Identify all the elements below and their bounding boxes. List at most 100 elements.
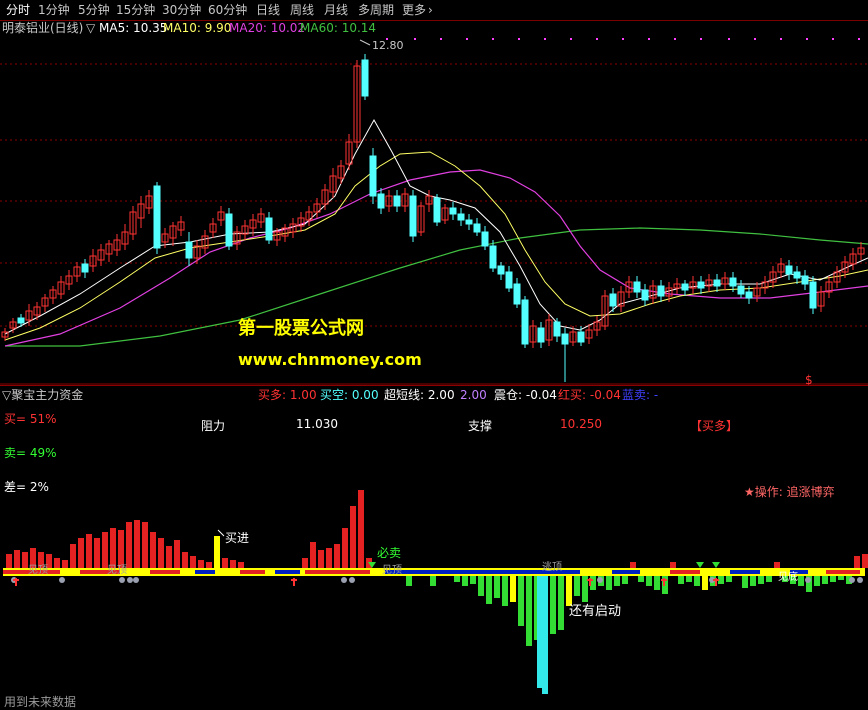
candlestick-panel[interactable]: 12.80 $ 第一股票公式网 www.chnmoney.com (0, 36, 868, 387)
tab-1min[interactable]: 1分钟 (38, 0, 70, 20)
candle (769, 266, 777, 288)
signal-band (3, 568, 865, 576)
candle-body (481, 231, 489, 247)
histogram-bar (622, 576, 628, 584)
candle (265, 212, 273, 244)
histogram-bar (766, 576, 772, 582)
histogram-bar (350, 506, 356, 568)
histogram-bar (742, 576, 748, 588)
histogram-bar (814, 576, 820, 586)
top-dot (832, 38, 834, 40)
tab-monthly[interactable]: 月线 (324, 0, 348, 20)
candle (681, 280, 689, 296)
candle (441, 204, 449, 224)
histogram-bar (526, 576, 532, 646)
histogram-bar (774, 562, 780, 568)
candle (145, 190, 153, 214)
candle (97, 244, 105, 266)
tab-timeshare[interactable]: 分时 (6, 0, 30, 20)
histogram-bar (406, 576, 412, 586)
histogram-bar (510, 576, 516, 602)
candle (241, 220, 249, 240)
band-marker (712, 562, 720, 568)
histogram-bar (830, 576, 836, 582)
collapse-triangle-icon[interactable]: ▽ (86, 20, 95, 36)
candle (105, 240, 113, 262)
candle-body (633, 281, 641, 293)
indicator-panel[interactable]: 买= 51% 卖= 49% 差= 2% 阻力 11.030 支撑 10.250 … (0, 404, 868, 694)
candle (625, 276, 633, 298)
band-marker (857, 577, 863, 583)
candle-body (713, 279, 721, 287)
candle (65, 270, 73, 290)
candle (497, 262, 505, 280)
candle (41, 294, 49, 312)
top-dot (622, 38, 624, 40)
candle-body (553, 321, 561, 337)
tab-weekly[interactable]: 周线 (290, 0, 314, 20)
histogram-bar (686, 576, 692, 582)
band-marker (127, 577, 133, 583)
tab-30min[interactable]: 30分钟 (162, 0, 201, 20)
top-dot (728, 38, 730, 40)
candle-body (185, 241, 193, 259)
tab-multi-period[interactable]: 多周期 (358, 0, 394, 20)
candle (233, 226, 241, 250)
candle (305, 206, 313, 226)
candle (473, 218, 481, 236)
band-marker (805, 577, 811, 583)
candle-body (681, 283, 689, 291)
candle (377, 188, 385, 214)
candle (553, 318, 561, 342)
histogram-bar (118, 530, 124, 568)
histogram-bar (758, 576, 764, 584)
histogram-bar (822, 576, 828, 584)
candles (1, 54, 865, 382)
candle (217, 206, 225, 226)
candle (465, 214, 473, 230)
candle (457, 208, 465, 226)
tab-daily[interactable]: 日线 (256, 0, 280, 20)
candle (345, 134, 353, 170)
histogram-bar (158, 538, 164, 568)
ma5-line (4, 118, 868, 335)
candle (489, 240, 497, 272)
candle-body (737, 285, 745, 295)
candle (129, 206, 137, 240)
lan-mai-value: 蓝卖: - (622, 388, 659, 402)
histogram-bar (606, 576, 612, 590)
candle-body (513, 283, 521, 305)
top-annotation-2: 见顶 (107, 564, 127, 576)
candle-body (497, 265, 505, 275)
histogram-bar (486, 576, 492, 604)
histogram-bar (670, 562, 676, 568)
candle (329, 168, 337, 198)
candle (297, 212, 305, 232)
tab-more[interactable]: 更多 (402, 0, 426, 20)
candle-body (561, 333, 569, 345)
watermark-url[interactable]: www.chnmoney.com (238, 350, 422, 369)
histogram-bar (214, 536, 220, 568)
ma5-value: MA5: 10.35 (99, 21, 168, 35)
top-dot (518, 38, 520, 40)
candle (825, 276, 833, 298)
escape-annotation: 逃顶 (542, 560, 562, 573)
tab-5min[interactable]: 5分钟 (78, 0, 110, 20)
tab-15min[interactable]: 15分钟 (116, 0, 155, 20)
indicator-legend: ▽聚宝主力资金 买多: 1.00 买空: 0.00 超短线: 2.00 2.00… (0, 385, 868, 404)
histogram-bar (142, 522, 148, 568)
indicator-title[interactable]: ▽聚宝主力资金 (2, 386, 83, 404)
top-dots (386, 38, 860, 40)
histogram-bar (574, 576, 580, 596)
candle-body (433, 197, 441, 223)
histogram-bar (134, 520, 140, 568)
candle (121, 224, 129, 250)
candle (721, 272, 729, 290)
candle (33, 302, 41, 320)
candle (321, 184, 329, 210)
candle (185, 232, 193, 266)
candle (761, 276, 769, 294)
more-arrow-icon[interactable]: › (428, 0, 433, 20)
tab-60min[interactable]: 60分钟 (208, 0, 247, 20)
candle (481, 226, 489, 250)
